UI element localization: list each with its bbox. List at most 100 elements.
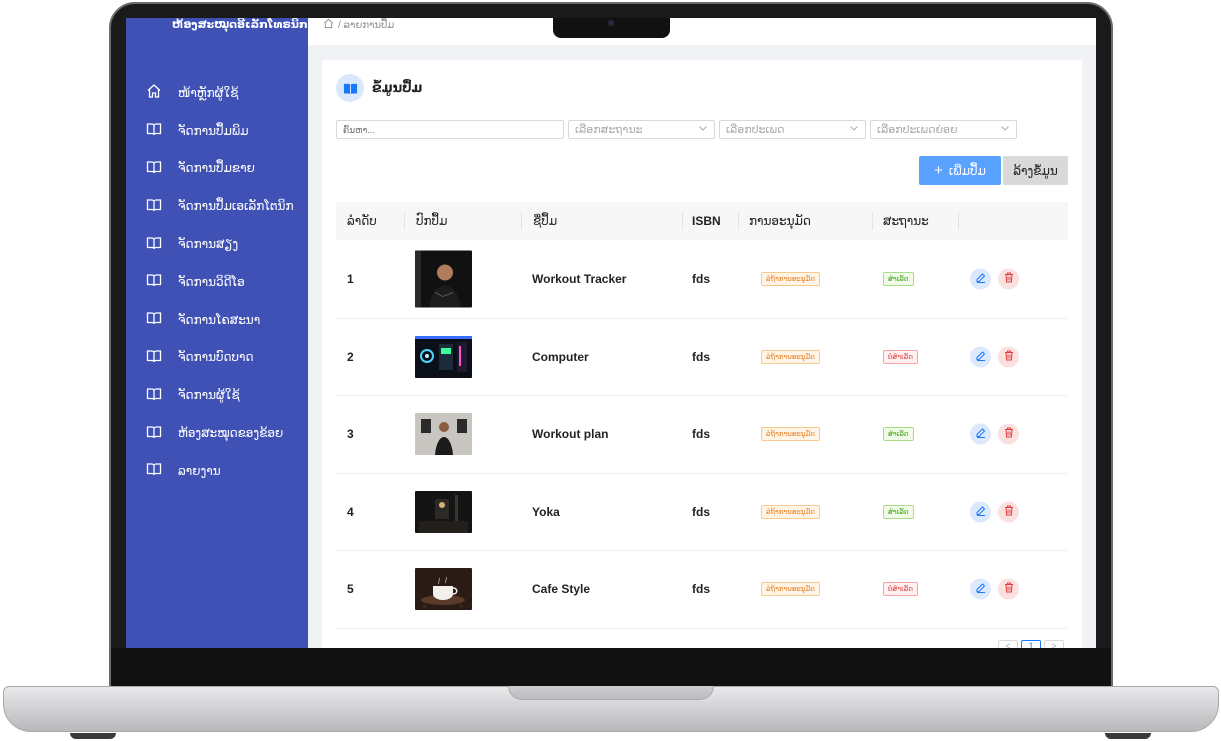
- book-icon: [146, 121, 178, 140]
- sidebar-item-label: ຈັດການສຽງ: [178, 237, 239, 252]
- brand-title: ຫ້ອງສະໝຸດອີເລັກໂທຣນິກ: [172, 19, 308, 31]
- sidebar-item-label: ຈັດການປຶ້ມເອເລັກໂຕນິກ: [178, 199, 294, 214]
- delete-button[interactable]: [998, 501, 1019, 523]
- home-icon: [146, 83, 178, 102]
- approval-badge: ລໍຖ້າການອະນຸມັດ: [761, 272, 820, 287]
- edit-button[interactable]: [970, 578, 991, 600]
- approval-badge: ລໍຖ້າການອະນຸມັດ: [761, 504, 820, 519]
- book-title: Cafe Style: [532, 582, 591, 597]
- prev-page-button[interactable]: <: [998, 640, 1018, 648]
- sidebar-item-label: ຈັດການບົດບາດ: [178, 350, 254, 365]
- sidebar-item-label: ຫ້ອງສະໝຸດຂອງຂ້ອຍ: [178, 426, 284, 441]
- book-isbn: fds: [692, 582, 710, 597]
- edit-icon: [975, 582, 987, 597]
- sidebar-item-my-library[interactable]: ຫ້ອງສະໝຸດຂອງຂ້ອຍ: [126, 414, 308, 452]
- book-isbn: fds: [692, 272, 710, 287]
- table-header: ລຳດັບ ປົກປຶ້ມ ຊື່ປຶ້ມ ISBN ການອະນຸມັດ ສະ…: [336, 202, 1068, 240]
- delete-button[interactable]: [998, 346, 1019, 368]
- edit-button[interactable]: [970, 346, 991, 368]
- sidebar-item-video[interactable]: ຈັດການວິດີໂອ: [126, 263, 308, 301]
- table-row: 2 Computer fds ລໍຖ້າການອະນຸມັດ ບໍ່ສຳເລັດ: [336, 319, 1068, 396]
- laptop-chin: [111, 648, 1111, 688]
- sidebar-item-label: ລາຍງານ: [178, 463, 221, 478]
- book-list-card: ຂໍ້ມູນປຶ້ມ ເລືອກສະຖານະ ເລືອກປະເພດ ເລືອກປ…: [322, 60, 1082, 648]
- camera-icon: [608, 20, 614, 26]
- type-select-label: ເລືອກປະເພດ: [726, 124, 785, 136]
- sidebar-item-label: ຈັດການປຶ້ມຂາຍ: [178, 161, 255, 176]
- add-book-label: ເພີ່ມປຶ້ມ: [948, 163, 986, 178]
- laptop-groove: [508, 686, 714, 700]
- status-badge: ສຳເລັດ: [883, 272, 914, 287]
- open-book-icon: [336, 74, 364, 102]
- next-page-button[interactable]: >: [1044, 640, 1064, 648]
- book-title: Computer: [532, 349, 589, 364]
- add-book-button[interactable]: + ເພີ່ມປຶ້ມ: [919, 156, 1001, 185]
- row-number: 2: [347, 349, 354, 364]
- book-icon: [146, 310, 178, 329]
- sidebar-item-ads[interactable]: ຈັດການໂຄສະນາ: [126, 301, 308, 339]
- page-button-current[interactable]: 1: [1021, 640, 1041, 648]
- delete-button[interactable]: [998, 268, 1019, 290]
- subtype-select-label: ເລືອກປະເພດຍ່ອຍ: [877, 124, 958, 136]
- screen: ຫ້ອງສະໝຸດອີເລັກໂທຣນິກ ໜ້າຫຼັກຜູ້ໃຊ້ ຈັດກ…: [126, 18, 1096, 648]
- sidebar-item-printed-books[interactable]: ຈັດການປຶ້ມພິມ: [126, 112, 308, 150]
- sidebar-item-label: ຈັດການປຶ້ມພິມ: [178, 123, 249, 138]
- status-badge: ສຳເລັດ: [883, 427, 914, 442]
- filter-bar: ເລືອກສະຖານະ ເລືອກປະເພດ ເລືອກປະເພດຍ່ອຍ: [336, 120, 1017, 139]
- sidebar-item-sale-books[interactable]: ຈັດການປຶ້ມຂາຍ: [126, 150, 308, 188]
- sidebar-item-label: ຈັດການວິດີໂອ: [178, 274, 245, 289]
- book-isbn: fds: [692, 427, 710, 442]
- book-cover-image: [415, 490, 472, 533]
- sidebar-item-roles[interactable]: ຈັດການບົດບາດ: [126, 339, 308, 377]
- trash-icon: [1003, 272, 1015, 287]
- page-header: ຂໍ້ມູນປຶ້ມ: [336, 74, 422, 102]
- col-header-approval: ການອະນຸມັດ: [749, 214, 811, 228]
- edit-button[interactable]: [970, 423, 991, 445]
- approval-badge: ລໍຖ້າການອະນຸມັດ: [761, 427, 820, 442]
- edit-icon: [975, 349, 987, 364]
- book-icon: [146, 272, 178, 291]
- column-divider: [682, 212, 683, 230]
- book-isbn: fds: [692, 349, 710, 364]
- sidebar-item-audio[interactable]: ຈັດການສຽງ: [126, 225, 308, 263]
- laptop-foot: [1105, 733, 1151, 739]
- home-icon[interactable]: [323, 18, 334, 32]
- book-isbn: fds: [692, 504, 710, 519]
- delete-button[interactable]: [998, 423, 1019, 445]
- subtype-select[interactable]: ເລືອກປະເພດຍ່ອຍ: [870, 120, 1017, 139]
- sidebar-item-reports[interactable]: ລາຍງານ: [126, 452, 308, 490]
- laptop-foot: [70, 733, 116, 739]
- sidebar-item-label: ຈັດການໂຄສະນາ: [178, 312, 261, 327]
- table-row: 5 Cafe Style fds ລໍຖ້າການອະນຸມັດ ບໍ່ສຳເລ…: [336, 551, 1068, 629]
- approval-badge: ລໍຖ້າການອະນຸມັດ: [761, 349, 820, 364]
- sidebar-item-label: ຈັດການຜູ້ໃຊ້: [178, 388, 240, 403]
- edit-button[interactable]: [970, 501, 991, 523]
- sidebar-item-users[interactable]: ຈັດການຜູ້ໃຊ້: [126, 376, 308, 414]
- page-title: ຂໍ້ມູນປຶ້ມ: [372, 80, 423, 95]
- book-icon: [146, 159, 178, 178]
- book-cover-image: [415, 250, 472, 308]
- book-title: Workout Tracker: [532, 272, 627, 287]
- edit-icon: [975, 427, 987, 442]
- sidebar: ຫ້ອງສະໝຸດອີເລັກໂທຣນິກ ໜ້າຫຼັກຜູ້ໃຊ້ ຈັດກ…: [126, 18, 308, 648]
- chevron-down-icon: [1000, 123, 1010, 136]
- sidebar-item-ebooks[interactable]: ຈັດການປຶ້ມເອເລັກໂຕນິກ: [126, 187, 308, 225]
- clear-button[interactable]: ລ້າງຂໍ້ມູນ: [1003, 156, 1068, 185]
- book-cover-image: [415, 568, 472, 611]
- row-number: 1: [347, 272, 354, 287]
- book-icon: [146, 424, 178, 443]
- edit-button[interactable]: [970, 268, 991, 290]
- book-cover-image: [415, 413, 472, 456]
- delete-button[interactable]: [998, 578, 1019, 600]
- col-header-title: ຊື່ປຶ້ມ: [533, 214, 558, 228]
- trash-icon: [1003, 349, 1015, 364]
- search-input[interactable]: [336, 120, 564, 139]
- column-divider: [872, 212, 873, 230]
- column-divider: [521, 212, 522, 230]
- status-select[interactable]: ເລືອກສະຖານະ: [568, 120, 715, 139]
- type-select[interactable]: ເລືອກປະເພດ: [719, 120, 866, 139]
- top-bar: / ລາຍການປຶ້ມ: [308, 18, 1096, 45]
- pagination: < 1 >: [998, 640, 1064, 648]
- column-divider: [738, 212, 739, 230]
- sidebar-item-home[interactable]: ໜ້າຫຼັກຜູ້ໃຊ້: [126, 74, 308, 112]
